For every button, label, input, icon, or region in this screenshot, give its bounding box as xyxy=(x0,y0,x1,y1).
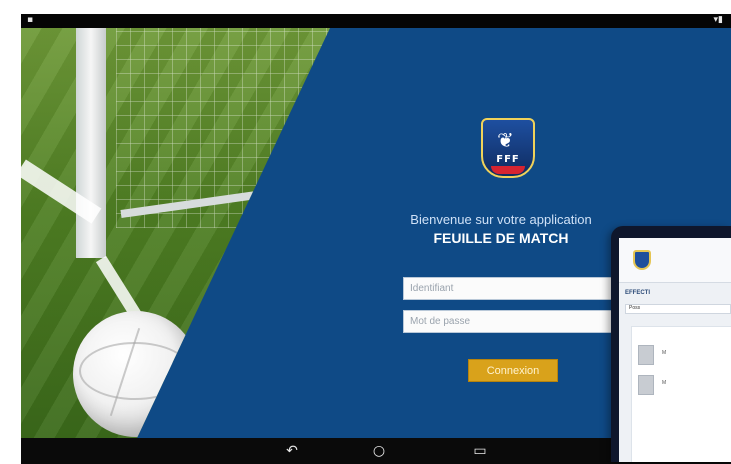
tablet-select: Poss xyxy=(625,304,731,314)
home-icon[interactable]: ○ xyxy=(362,442,396,460)
fff-logo: ❦ FFF xyxy=(481,118,535,178)
status-bar: ▪ ▾▮ xyxy=(21,14,731,28)
rooster-icon: ❦ xyxy=(497,128,514,152)
username-input[interactable] xyxy=(403,277,622,300)
password-input[interactable] xyxy=(403,310,622,333)
app-title: FEUILLE DE MATCH xyxy=(433,230,569,246)
tablet-row-text: M xyxy=(662,350,667,356)
player-avatar-icon xyxy=(638,345,654,365)
tablet-preview: EFFECTI Poss M M xyxy=(611,226,731,462)
logo-text: FFF xyxy=(496,154,520,165)
tablet-header xyxy=(619,238,731,283)
welcome-text: Bienvenue sur votre application xyxy=(410,212,592,227)
recent-apps-icon[interactable]: ▭ xyxy=(463,442,497,460)
player-avatar-icon xyxy=(638,375,654,395)
back-icon[interactable]: ↶ xyxy=(275,442,309,460)
tablet-preview-screen: EFFECTI Poss M M xyxy=(619,238,731,462)
tablet-player-row: M xyxy=(638,345,728,365)
login-button[interactable]: Connexion xyxy=(468,359,558,382)
tablet-player-row: M xyxy=(638,375,728,395)
football-seam xyxy=(79,342,191,400)
logo-red-band xyxy=(491,166,525,174)
tablet-row-text: M xyxy=(662,380,667,386)
tablet-player-list: M M xyxy=(631,326,731,462)
notification-icon: ▪ xyxy=(27,15,34,25)
tablet-logo xyxy=(633,250,651,270)
wifi-battery-icon: ▾▮ xyxy=(713,15,723,25)
tablet-section-title: EFFECTI xyxy=(625,290,650,296)
